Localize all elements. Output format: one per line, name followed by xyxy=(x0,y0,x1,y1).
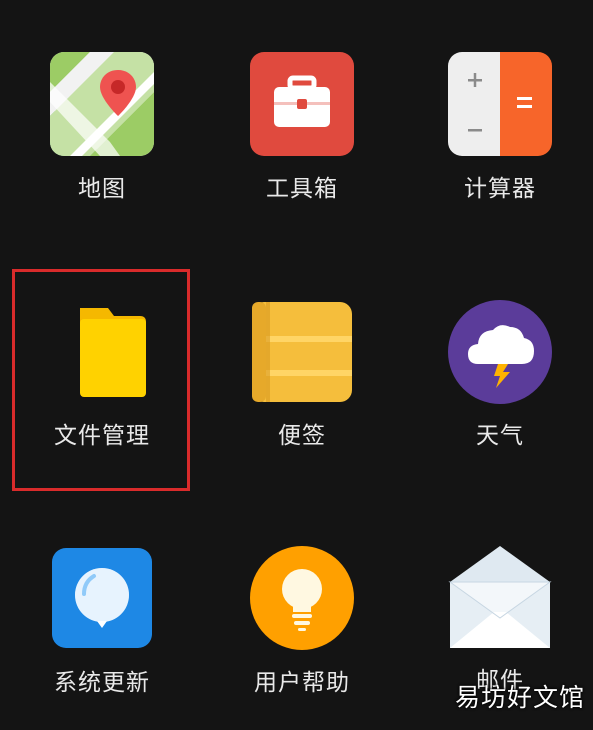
folder-icon xyxy=(50,300,154,404)
app-label-file-manager: 文件管理 xyxy=(54,423,150,449)
storm-cloud-icon xyxy=(448,300,552,404)
envelope-icon xyxy=(448,546,552,650)
app-label-maps: 地图 xyxy=(78,176,126,202)
watermark: 易坊好文馆 xyxy=(454,683,585,712)
app-label-notes: 便签 xyxy=(278,423,326,449)
app-label-weather: 天气 xyxy=(476,423,524,449)
light-bulb-icon xyxy=(250,546,354,650)
app-label-system-update: 系统更新 xyxy=(54,670,150,696)
map-pin-icon xyxy=(50,52,154,156)
calculator-icon xyxy=(448,52,552,156)
app-label-calculator: 计算器 xyxy=(464,176,536,202)
app-label-toolbox: 工具箱 xyxy=(266,176,338,202)
toolbox-icon xyxy=(250,52,354,156)
balloon-icon xyxy=(50,546,154,650)
app-label-user-help: 用户帮助 xyxy=(254,670,350,696)
notes-icon xyxy=(250,300,354,404)
